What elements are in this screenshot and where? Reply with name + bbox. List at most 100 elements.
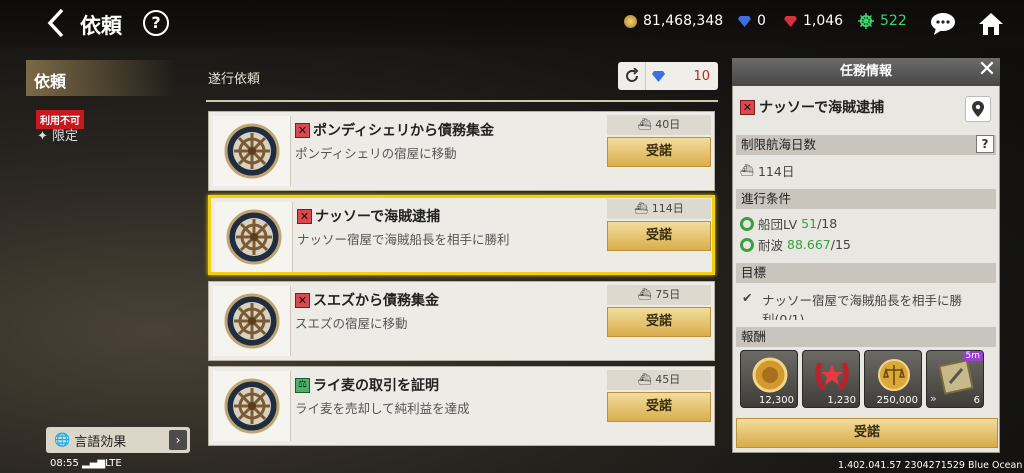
gold-scale-icon [878,359,910,391]
panel-quest-title: ✕ ナッソーで海賊逮捕 [740,97,884,117]
green-value: 522 [880,13,907,29]
status-bar: 08:55 ▂▄▆LTE [50,458,122,469]
ship-icon: ⛴ [740,164,754,177]
conditions-label: 進行条件 [741,191,792,206]
cond2-current: 88.667 [787,237,831,252]
ship-wheel-emblem-icon [213,286,291,356]
quest-days: ⛴ 45日 [607,370,711,390]
section-limit: 制限航海日数 [736,135,996,155]
quest-days: ⛴ 75日 [607,285,711,305]
cond1-required: /18 [817,216,838,231]
accept-button[interactable]: 受諾 [607,221,711,251]
reward-item[interactable]: 5m » 6 [926,350,984,408]
help-icon[interactable]: ? [143,10,169,36]
reward-value: 250,000 [876,395,918,406]
section-rewards: 報酬 [736,327,996,347]
quest-days-value: 114日 [651,202,684,215]
goal-text: ナッソー宿屋で海賊船長を相手に勝 [762,293,963,308]
blue-gem-counter: 0 [738,13,766,29]
panel-title-text: ナッソーで海賊逮捕 [759,100,885,116]
back-arrow-icon[interactable] [44,8,68,38]
accept-button[interactable]: 受諾 [607,137,711,167]
quest-description: ポンディシェリの宿屋に移動 [295,146,457,161]
red-gem-icon [784,15,797,27]
ship-icon: ⛴ [637,288,652,301]
signal-icon: ▂▄▆ [82,458,106,469]
quest-description: ナッソー宿屋で海賊船長を相手に勝利 [297,232,510,247]
quest-title: ⚖ ライ麦の取引を証明 [295,375,439,395]
list-header: 遂行依頼 [208,72,261,87]
quest-title-text: スエズから債務集金 [313,293,439,309]
limit-value-row: ⛴ 114日 [740,161,794,180]
reward-medal[interactable]: 12,300 [740,350,798,408]
cond2-label: 耐波 [758,238,784,253]
quest-title-text: ナッソーで海賊逮捕 [315,209,441,225]
ship-icon: ⛴ [634,202,649,215]
quest-description: ライ麦を売却して純利益を達成 [295,401,470,416]
quest-title-text: ポンディシェリから債務集金 [313,123,495,139]
goal-label: 目標 [741,265,767,280]
close-icon[interactable]: ✕ [975,58,999,84]
medal-icon [752,357,788,393]
panel-accept-button[interactable]: 受諾 [736,418,998,448]
reward-value: 12,300 [759,395,794,406]
condition-fleet-level: 船団LV 51/18 [740,214,837,233]
ship-wheel-icon [858,13,874,29]
quest-card[interactable]: ✕ ナッソーで海賊逮捕 ナッソー宿屋で海賊船長を相手に勝利 ⛴ 114日 受諾 [208,195,715,275]
home-icon[interactable] [978,12,1004,36]
quest-days-value: 40日 [655,118,681,131]
section-conditions: 進行条件 [736,189,996,209]
trade-quest-icon: ⚖ [295,377,310,393]
globe-icon: 🌐 [54,432,71,448]
chevron-right-icon: › [169,430,187,450]
cond1-current: 51 [801,216,818,231]
gold-coin-icon [624,14,637,28]
category-request[interactable]: 依頼 [34,68,66,92]
condition-met-icon [740,237,754,252]
quest-title-text: ライ麦の取引を証明 [313,378,439,394]
quest-card[interactable]: ⚖ ライ麦の取引を証明 ライ麦を売却して純利益を達成 ⛴ 45日 受諾 [208,366,715,446]
scroll-item-icon [938,359,974,395]
quest-days: ⛴ 40日 [607,115,711,135]
limit-help-icon[interactable]: ? [976,135,994,153]
green-counter: 522 [858,13,907,29]
list-divider [206,100,718,102]
quest-days-value: 75日 [655,288,681,301]
quest-days: ⛴ 114日 [607,199,711,219]
refresh-icon[interactable] [618,62,646,90]
condition-met-icon [740,216,754,231]
reward-value: 6 [973,395,980,406]
ship-icon: ⛴ [637,373,652,386]
accept-button[interactable]: 受諾 [607,307,711,337]
quest-title: ✕ スエズから債務集金 [295,290,439,310]
chat-icon[interactable] [930,12,956,36]
panel-header: 任務情報 [732,58,1000,86]
rewards-label: 報酬 [741,329,767,344]
page-title: 依頼 [80,14,122,38]
status-time: 08:55 [50,458,79,469]
map-pin-icon[interactable] [965,96,991,122]
reward-gold[interactable]: 250,000 [864,350,922,408]
limit-label: 制限航海日数 [741,137,817,152]
section-goal: 目標 [736,263,996,283]
language-effect-label: 言語効果 [74,434,127,450]
battle-quest-icon: ✕ [295,122,310,138]
quest-card[interactable]: ✕ ポンディシェリから債務集金ポンディシェリの宿屋に移動 ⛴ 40日 受諾 [208,111,715,191]
refresh-control[interactable]: 10 [618,62,718,90]
language-effect-button[interactable]: 🌐 言語効果 › [46,427,190,453]
category-limited[interactable]: ✦ 限定 [37,125,78,144]
refresh-cost: 10 [693,68,710,84]
reward-fame[interactable]: 1,230 [802,350,860,408]
limit-value: 114日 [757,164,795,179]
reward-value: 1,230 [827,395,856,406]
quest-card[interactable]: ✕ スエズから債務集金 スエズの宿屋に移動 ⛴ 75日 受諾 [208,281,715,361]
blue-gem-value: 0 [757,13,766,29]
red-gem-counter: 1,046 [784,13,843,29]
quest-days-value: 45日 [655,373,681,386]
cond2-required: /15 [830,237,851,252]
gold-value: 81,468,348 [643,13,724,29]
laurel-star-icon [815,362,849,391]
accept-button[interactable]: 受諾 [607,392,711,422]
double-chevron-icon: » [930,392,937,405]
battle-quest-icon: ✕ [295,292,310,308]
